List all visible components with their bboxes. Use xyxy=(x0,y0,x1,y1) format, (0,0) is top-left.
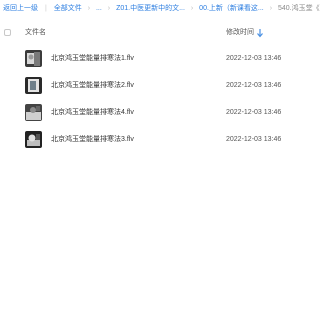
breadcrumb-item-ellipsis[interactable]: ... xyxy=(96,0,102,18)
breadcrumb-item-00[interactable]: 00.上新（新课看这... xyxy=(199,0,264,18)
file-modified-time: 2022-12-03 13:46 xyxy=(226,82,282,89)
chevron-right-icon: › xyxy=(107,5,111,12)
select-all-checkbox[interactable] xyxy=(4,29,11,36)
video-thumbnail-icon xyxy=(25,77,42,94)
file-modified-time: 2022-12-03 13:46 xyxy=(226,109,282,116)
file-list-header: 文件名 修改时间 xyxy=(0,26,320,40)
column-header-modified[interactable]: 修改时间 xyxy=(226,26,254,40)
file-modified-time: 2022-12-03 13:46 xyxy=(226,136,282,143)
file-name[interactable]: 北京鸿玉堂能量排寒法4.flv xyxy=(51,102,134,124)
column-header-name[interactable]: 文件名 xyxy=(25,26,46,40)
video-thumbnail-icon xyxy=(25,50,42,67)
file-row[interactable]: 北京鸿玉堂能量排寒法4.flv 2022-12-03 13:46 xyxy=(0,102,320,124)
file-name[interactable]: 北京鸿玉堂能量排寒法1.flv xyxy=(51,48,134,70)
back-link[interactable]: 返回上一级 xyxy=(3,0,38,18)
file-name[interactable]: 北京鸿玉堂能量排寒法2.flv xyxy=(51,75,134,97)
divider: | xyxy=(44,5,47,12)
chevron-right-icon: › xyxy=(190,5,194,12)
file-modified-time: 2022-12-03 13:46 xyxy=(226,55,282,62)
chevron-right-icon: › xyxy=(87,5,91,12)
file-row[interactable]: 北京鸿玉堂能量排寒法2.flv 2022-12-03 13:46 xyxy=(0,75,320,97)
file-row[interactable]: 北京鸿玉堂能量排寒法3.flv 2022-12-03 13:46 xyxy=(0,129,320,151)
file-row[interactable]: 北京鸿玉堂能量排寒法1.flv 2022-12-03 13:46 xyxy=(0,48,320,70)
video-thumbnail-icon xyxy=(25,104,42,121)
file-name[interactable]: 北京鸿玉堂能量排寒法3.flv xyxy=(51,129,134,151)
breadcrumb-item-all-files[interactable]: 全部文件 xyxy=(54,0,82,18)
video-thumbnail-icon xyxy=(25,131,42,148)
breadcrumb-item-current: 540.鸿玉堂《能量排... xyxy=(278,5,320,12)
arrow-down-icon[interactable] xyxy=(256,28,264,38)
chevron-right-icon: › xyxy=(269,5,273,12)
breadcrumb: 返回上一级 | 全部文件 › ... › Z01.中医更新中的文... › 00… xyxy=(0,0,320,18)
breadcrumb-item-z01[interactable]: Z01.中医更新中的文... xyxy=(116,0,185,18)
